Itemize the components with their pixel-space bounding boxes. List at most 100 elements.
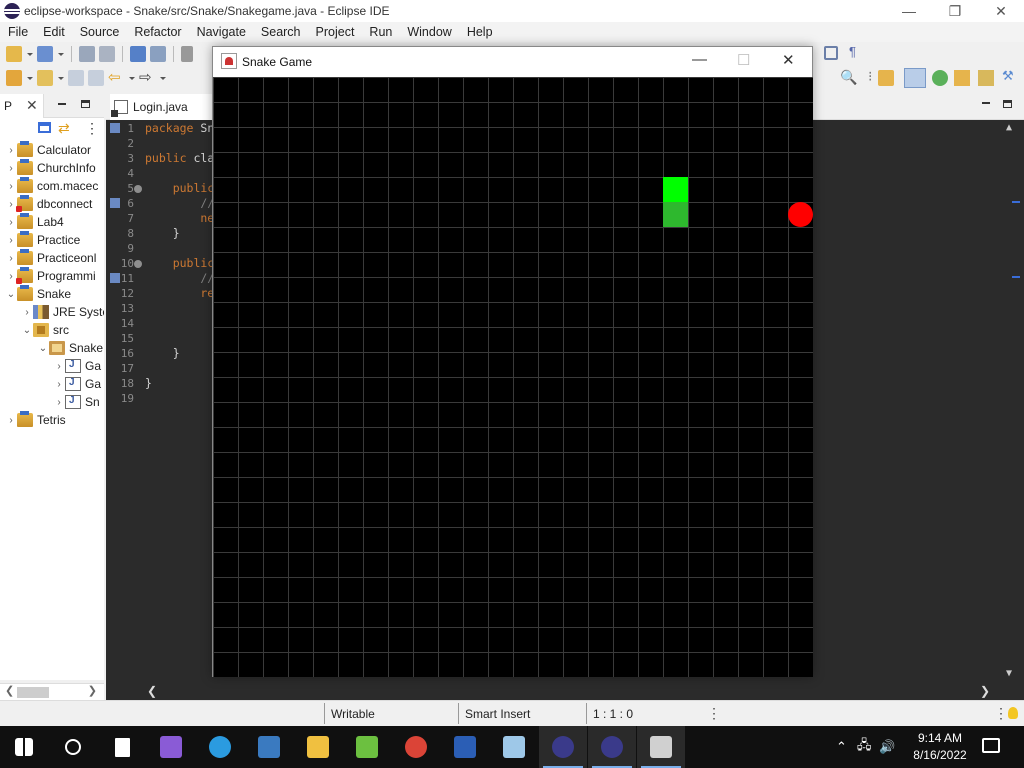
overview-ruler-mark[interactable] — [1012, 276, 1020, 278]
new-icon[interactable] — [6, 46, 22, 62]
taskbar-eclipse-button[interactable] — [539, 726, 587, 768]
pin-editor-icon[interactable] — [88, 70, 104, 86]
chevron-icon[interactable]: › — [54, 379, 64, 390]
chevron-icon[interactable]: › — [6, 199, 16, 210]
chevron-icon[interactable]: › — [6, 145, 16, 156]
game-maximize-button[interactable]: ☐ — [737, 51, 750, 69]
scroll-left-icon[interactable]: ❮ — [147, 684, 157, 698]
link-with-editor-icon[interactable]: ⇄ — [58, 120, 70, 137]
maximize-editor-icon[interactable] — [1003, 100, 1012, 108]
package-explorer-tab[interactable]: P ✕ — [0, 94, 44, 118]
tree-item[interactable]: › JRE Syste — [22, 303, 104, 321]
game-close-button[interactable]: ✕ — [782, 51, 795, 69]
scroll-right-icon[interactable]: ❯ — [88, 684, 97, 697]
taskbar-eclipse-button[interactable] — [588, 726, 636, 768]
menu-help[interactable]: Help — [461, 25, 502, 39]
new-dropdown-icon[interactable] — [26, 46, 33, 62]
taskbar-file-explorer-button[interactable] — [294, 726, 342, 768]
menu-run[interactable]: Run — [363, 25, 401, 39]
debug-perspective-icon[interactable] — [932, 70, 948, 86]
resource-perspective-icon[interactable] — [954, 70, 970, 86]
forward-dropdown-icon[interactable] — [159, 70, 166, 86]
terminal-icon[interactable] — [150, 46, 166, 62]
chevron-icon[interactable]: › — [6, 271, 16, 282]
minimize-button[interactable]: — — [886, 0, 932, 22]
tree-item[interactable]: › dbconnect — [6, 195, 92, 213]
tree-item[interactable]: › Ga — [54, 357, 101, 375]
scroll-left-icon[interactable]: ❮ — [5, 684, 14, 697]
scroll-thumb[interactable] — [17, 687, 49, 698]
tree-item[interactable]: › Practice — [6, 231, 80, 249]
package-explorer-hscroll[interactable]: ❮ ❯ — [0, 683, 104, 700]
taskbar-word-button[interactable] — [441, 726, 489, 768]
save-all-icon[interactable] — [99, 46, 115, 62]
taskbar-search-button[interactable] — [49, 726, 97, 768]
taskbar-chrome-button[interactable] — [392, 726, 440, 768]
annotation-marker-icon[interactable] — [110, 273, 120, 283]
chevron-icon[interactable]: › — [6, 163, 16, 174]
scroll-right-icon[interactable]: ❯ — [980, 684, 990, 698]
scroll-down-icon[interactable]: ▼ — [1006, 668, 1012, 679]
collapse-all-icon[interactable] — [38, 122, 51, 133]
overview-ruler-mark[interactable] — [1012, 201, 1020, 203]
taskbar-network-button[interactable] — [245, 726, 293, 768]
taskbar-java-app-button[interactable] — [637, 726, 685, 768]
tree-item[interactable]: › com.macec — [6, 177, 98, 195]
prev-annotation-icon[interactable] — [37, 70, 53, 86]
chevron-icon[interactable]: › — [6, 415, 16, 426]
java-ee-perspective-icon[interactable]: ⚒ — [1002, 68, 1014, 84]
menu-window[interactable]: Window — [401, 25, 460, 39]
tree-item[interactable]: › Practiceonl — [6, 249, 96, 267]
show-hidden-icons-icon[interactable]: ⌃ — [836, 739, 847, 755]
maximize-view-icon[interactable] — [81, 100, 90, 108]
save-icon[interactable] — [79, 46, 95, 62]
taskbar-music-button[interactable] — [343, 726, 391, 768]
game-board[interactable] — [213, 77, 813, 677]
menu-edit[interactable]: Edit — [37, 25, 74, 39]
chevron-icon[interactable]: › — [54, 397, 64, 408]
snake-game-window[interactable]: Snake Game — ☐ ✕ — [212, 46, 813, 677]
network-icon[interactable]: 🖧 — [857, 736, 872, 758]
open-type-icon[interactable] — [37, 46, 53, 62]
editor-tab-login[interactable]: Login.java — [110, 94, 214, 120]
tree-item[interactable]: ⌄ Snake — [6, 285, 71, 303]
chevron-icon[interactable]: › — [6, 181, 16, 192]
minimize-view-icon[interactable] — [58, 103, 66, 105]
game-minimize-button[interactable]: — — [692, 51, 707, 68]
chevron-icon[interactable]: › — [6, 235, 16, 246]
taskbar-clock[interactable]: 9:14 AM 8/16/2022 — [905, 730, 975, 764]
tree-item[interactable]: › Ga — [54, 375, 101, 393]
next-annotation-dropdown-icon[interactable] — [26, 70, 33, 86]
chevron-icon[interactable]: › — [22, 307, 32, 318]
chevron-icon[interactable]: › — [6, 253, 16, 264]
taskbar-file-button[interactable] — [98, 726, 146, 768]
status-menu-icon[interactable]: ⋮ — [994, 705, 1008, 722]
snake-game-titlebar[interactable]: Snake Game — ☐ ✕ — [213, 47, 812, 77]
java-perspective-icon[interactable] — [904, 68, 926, 88]
menu-search[interactable]: Search — [255, 25, 310, 39]
annotation-marker-icon[interactable] — [110, 198, 120, 208]
resume-icon[interactable] — [181, 46, 193, 62]
prev-annotation-dropdown-icon[interactable] — [57, 70, 64, 86]
tree-item[interactable]: › ChurchInfo — [6, 159, 96, 177]
tip-bulb-icon[interactable] — [1008, 707, 1018, 719]
maximize-button[interactable]: ❐ — [932, 0, 978, 22]
pilcrow-icon[interactable]: ¶ — [849, 44, 856, 59]
fold-toggle-icon[interactable] — [134, 260, 142, 268]
volume-icon[interactable]: 🔊 — [879, 739, 895, 755]
back-dropdown-icon[interactable] — [128, 70, 135, 86]
chevron-icon[interactable]: ⌄ — [6, 289, 16, 300]
scroll-up-icon[interactable]: ▲ — [1006, 122, 1012, 133]
view-menu-icon[interactable]: ⋮ — [85, 120, 99, 137]
tree-item[interactable]: › Calculator — [6, 141, 91, 159]
minimize-editor-icon[interactable] — [982, 102, 990, 104]
tree-item[interactable]: › Tetris — [6, 411, 66, 429]
outline-icon[interactable] — [824, 46, 838, 60]
menu-navigate[interactable]: Navigate — [191, 25, 255, 39]
tree-item[interactable]: › Sn — [54, 393, 100, 411]
fold-toggle-icon[interactable] — [134, 185, 142, 193]
chevron-icon[interactable]: ⌄ — [38, 343, 48, 354]
editor-hscroll[interactable]: ❮ ❯ — [106, 683, 1024, 700]
taskbar-visual-studio-button[interactable] — [147, 726, 195, 768]
search-icon[interactable]: 🔍 — [840, 69, 857, 86]
